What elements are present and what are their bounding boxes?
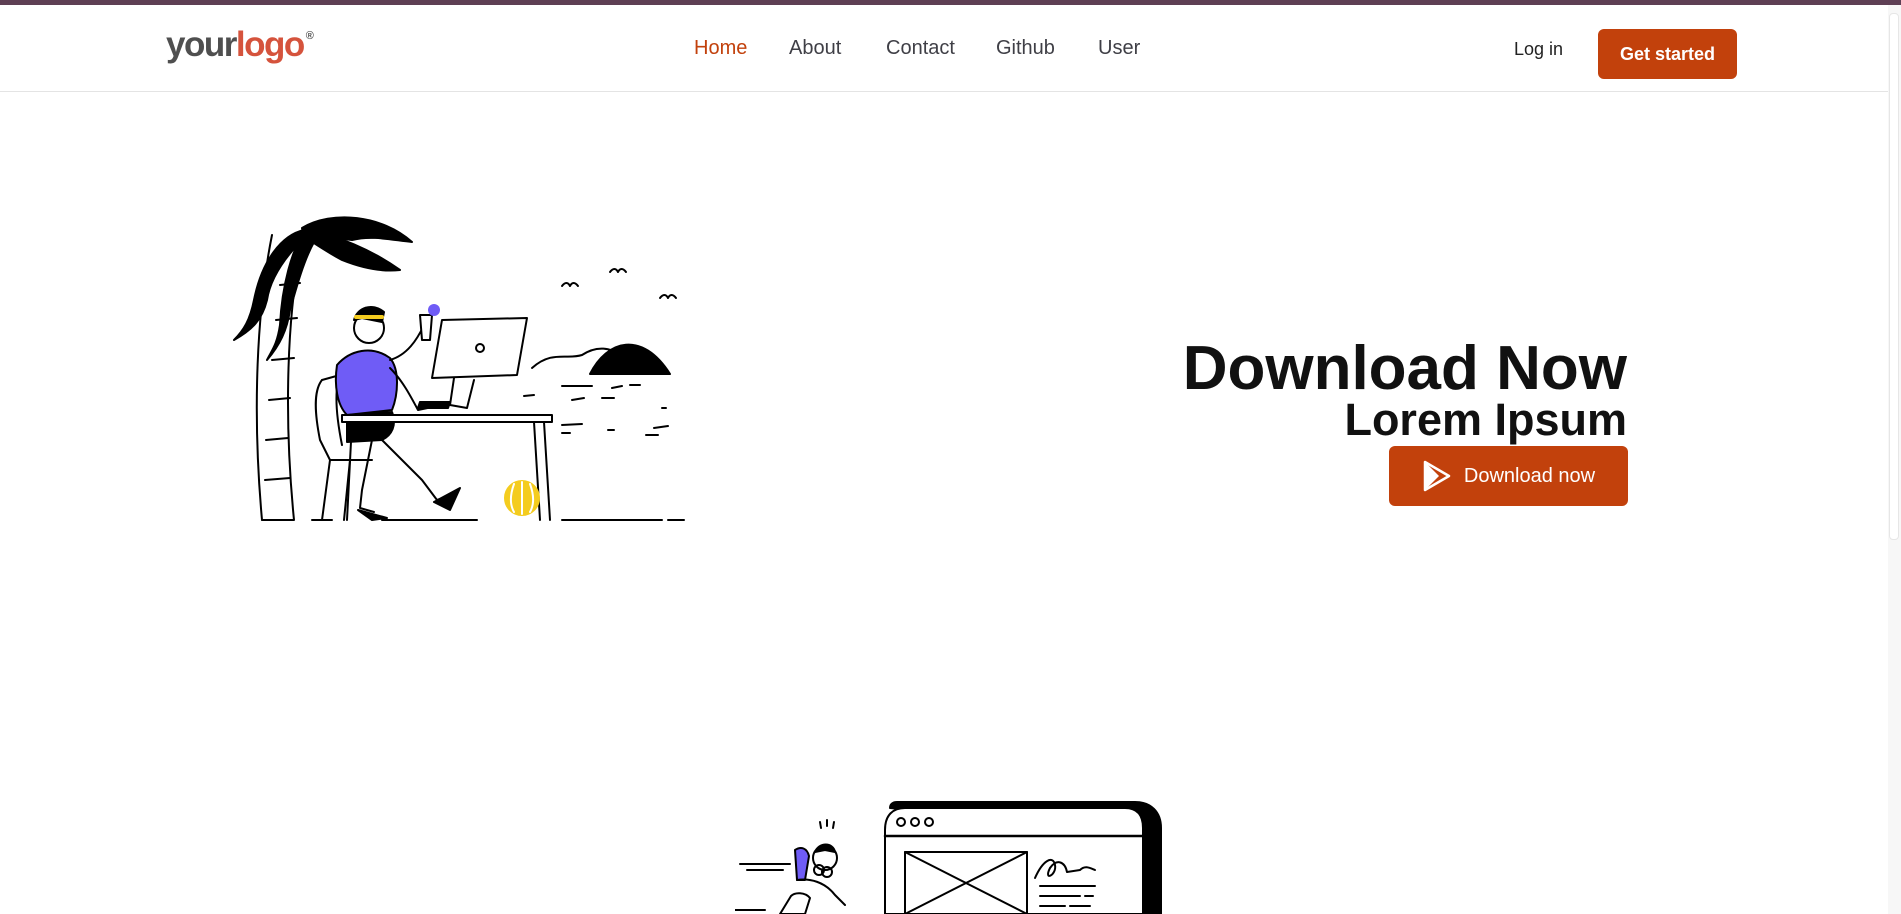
- page-scrollbar[interactable]: [1888, 5, 1901, 914]
- scrollbar-thumb[interactable]: [1889, 13, 1899, 540]
- logo[interactable]: yourlogo ®: [166, 25, 314, 64]
- logo-word-logo: logo: [235, 25, 305, 64]
- navbar: yourlogo ® Home About Contact Github User…: [0, 5, 1888, 92]
- logo-word-your: your: [166, 25, 237, 64]
- hero-subtitle: Lorem Ipsum: [1344, 394, 1627, 446]
- nav-about-link[interactable]: About: [789, 38, 841, 58]
- get-started-button[interactable]: Get started: [1598, 29, 1737, 79]
- web-designer-illustration: [735, 801, 1162, 914]
- nav-contact-link[interactable]: Contact: [886, 38, 955, 58]
- nav-user-link[interactable]: User: [1098, 38, 1140, 58]
- beach-remote-work-illustration: [233, 216, 685, 521]
- login-link[interactable]: Log in: [1514, 40, 1563, 58]
- hero-title: Download Now: [1182, 333, 1627, 403]
- nav-home-link[interactable]: Home: [694, 38, 747, 58]
- play-store-icon: [1422, 460, 1452, 492]
- download-now-label: Download now: [1463, 464, 1596, 487]
- nav-github-link[interactable]: Github: [996, 38, 1055, 58]
- registered-mark: ®: [305, 30, 314, 42]
- download-now-button[interactable]: Download now: [1389, 446, 1628, 506]
